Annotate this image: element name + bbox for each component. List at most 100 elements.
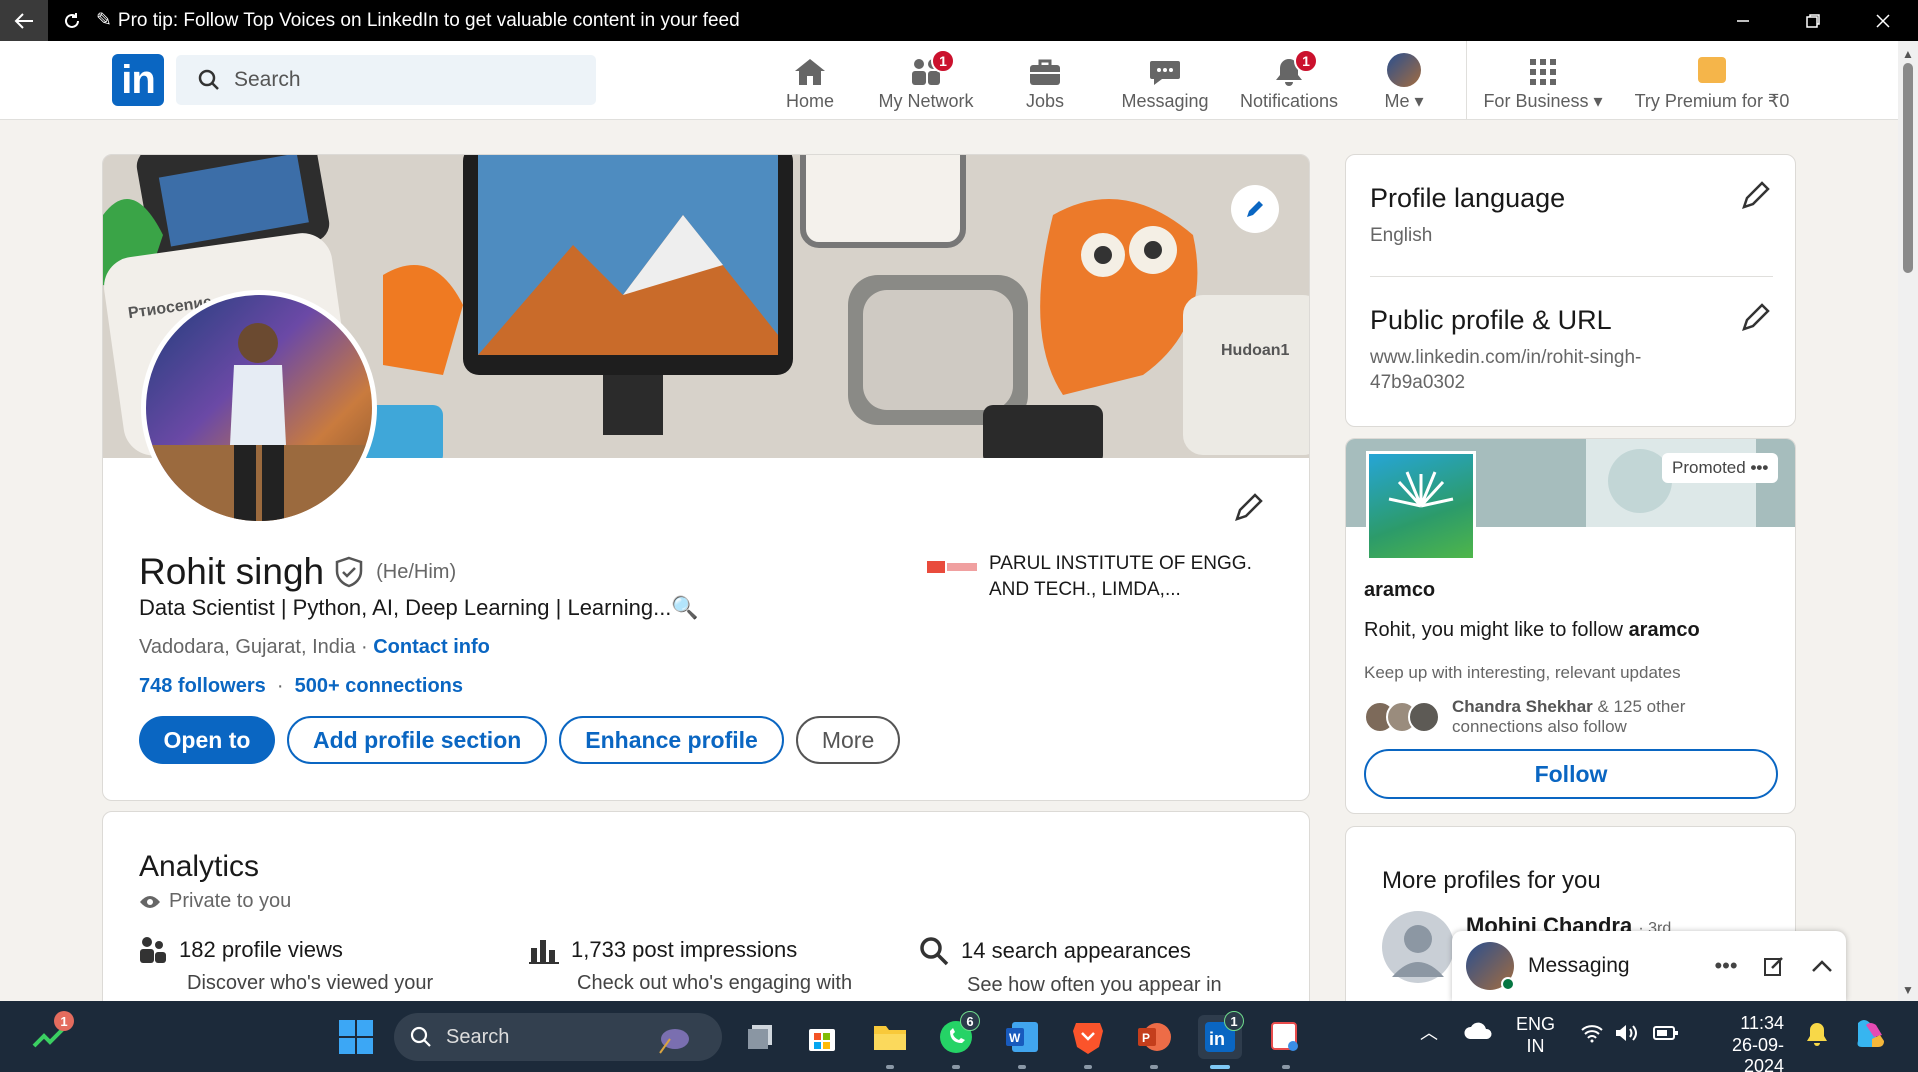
notifications-badge: 1	[1294, 49, 1318, 73]
nav-messaging-label: Messaging	[1121, 91, 1209, 111]
university-logo-icon	[927, 561, 977, 573]
running-indicator	[1150, 1065, 1158, 1069]
pen-icon: ✎	[96, 10, 112, 31]
word-button[interactable]: W	[1000, 1015, 1044, 1069]
edit-public-profile-button[interactable]	[1740, 301, 1772, 338]
chevron-up-icon[interactable]	[1798, 959, 1846, 973]
linkedin-logo[interactable]: in	[112, 54, 164, 106]
page-scrollbar[interactable]: ▲ ▼	[1898, 41, 1918, 1001]
nav-my-network[interactable]: 1 My Network	[876, 49, 976, 113]
edit-banner-button[interactable]	[1231, 185, 1279, 233]
clock[interactable]: 11:34 26-09-2024	[1700, 1013, 1784, 1072]
close-icon	[1876, 13, 1890, 28]
edit-profile-language-button[interactable]	[1740, 179, 1772, 216]
messaging-label: Messaging	[1528, 954, 1630, 977]
profile-photo[interactable]	[141, 290, 377, 526]
running-indicator	[952, 1065, 960, 1069]
profile-views-desc: Discover who's viewed your	[187, 972, 434, 994]
stocks-widget[interactable]: 1	[28, 1011, 74, 1059]
scroll-up-icon[interactable]: ▲	[1902, 47, 1914, 61]
follow-button[interactable]: Follow	[1364, 749, 1778, 799]
more-button[interactable]: More	[795, 716, 901, 764]
nav-home[interactable]: Home	[780, 49, 840, 113]
nav-jobs[interactable]: Jobs	[1020, 49, 1070, 113]
analytics-profile-views[interactable]: 182 profile views Discover who's viewed …	[139, 936, 433, 995]
bell-icon[interactable]	[1806, 1021, 1828, 1053]
snipping-tool-button[interactable]	[1264, 1015, 1308, 1069]
more-options-icon[interactable]: •••	[1702, 953, 1750, 979]
location-text: Vadodara, Gujarat, India	[139, 636, 356, 658]
enhance-profile-button[interactable]: Enhance profile	[559, 716, 784, 764]
contact-info-link[interactable]: Contact info	[373, 636, 490, 658]
connections-link[interactable]: 500+ connections	[295, 675, 463, 697]
task-view-button[interactable]	[738, 1015, 782, 1059]
education-link[interactable]: PARUL INSTITUTE OF ENGG. AND TECH., LIMD…	[927, 551, 1279, 602]
search-input[interactable]	[234, 68, 574, 92]
taskbar-search-text: Search	[446, 1025, 510, 1048]
onedrive-icon[interactable]	[1464, 1021, 1494, 1047]
ad-company-name[interactable]: aramco	[1364, 579, 1435, 602]
reload-button[interactable]	[48, 11, 96, 31]
volume-icon[interactable]	[1614, 1023, 1640, 1049]
nav-me[interactable]: Me ▾	[1378, 49, 1430, 113]
analytics-title: Analytics	[139, 850, 260, 883]
analytics-post-impressions[interactable]: 1,733 post impressions Check out who's e…	[529, 936, 852, 995]
start-button[interactable]	[334, 1015, 378, 1059]
brave-button[interactable]	[1066, 1015, 1110, 1069]
bar-chart-icon	[529, 940, 559, 964]
pencil-icon	[1247, 201, 1263, 217]
scroll-down-icon[interactable]: ▼	[1902, 983, 1914, 997]
connection-avatars	[1364, 697, 1446, 737]
avatar[interactable]	[1382, 911, 1454, 983]
more-options-icon[interactable]: •••	[1750, 458, 1768, 477]
browser-title-bar: ✎ Pro tip: Follow Top Voices on LinkedIn…	[0, 0, 1918, 41]
language-indicator[interactable]: ENG IN	[1516, 1014, 1555, 1057]
public-profile-section: Public profile & URL www.linkedin.com/in…	[1370, 305, 1641, 395]
chevron-up-icon[interactable]: ︿	[1420, 1023, 1438, 1045]
add-profile-section-button[interactable]: Add profile section	[287, 716, 548, 764]
language-secondary: IN	[1526, 1035, 1545, 1056]
aramco-logo[interactable]	[1366, 451, 1476, 561]
powerpoint-icon: P	[1138, 1023, 1171, 1051]
linkedin-taskbar-button[interactable]: in 1	[1198, 1011, 1244, 1069]
nav-divider	[1466, 41, 1467, 120]
nav-messaging[interactable]: Messaging	[1120, 49, 1210, 113]
followers-link[interactable]: 748 followers	[139, 675, 266, 697]
nav-me-label: Me ▾	[1384, 91, 1424, 111]
powerpoint-button[interactable]: P	[1132, 1015, 1176, 1069]
ad-connections-text: Chandra Shekhar & 125 other connections a…	[1452, 697, 1685, 738]
back-button[interactable]	[0, 0, 48, 41]
profile-pronouns: (He/Him)	[376, 560, 457, 583]
compose-icon[interactable]	[1750, 955, 1798, 977]
open-to-button[interactable]: Open to	[139, 716, 275, 764]
profile-language-value: English	[1370, 225, 1433, 246]
clock-date: 26-09-2024	[1731, 1034, 1784, 1072]
search-box[interactable]	[176, 55, 596, 105]
microsoft-store-button[interactable]	[800, 1015, 844, 1059]
people-icon	[140, 937, 166, 963]
pencil-icon	[1742, 303, 1770, 331]
close-button[interactable]	[1848, 0, 1918, 41]
edit-intro-button[interactable]	[1233, 491, 1265, 528]
taskbar-search[interactable]: Search	[394, 1013, 722, 1061]
battery-icon[interactable]	[1652, 1023, 1680, 1049]
task-view-icon	[748, 1025, 772, 1049]
promoted-text: Promoted	[1672, 458, 1746, 477]
nav-for-business[interactable]: For Business ▾	[1482, 49, 1604, 113]
search-appearances-value: 14 search appearances	[961, 938, 1191, 963]
nav-try-premium[interactable]: Try Premium for ₹0	[1635, 49, 1789, 113]
analytics-search-appearances[interactable]: 14 search appearances See how often you …	[919, 936, 1222, 997]
nav-notifications[interactable]: 1 Notifications	[1234, 49, 1344, 113]
snipping-tool-icon	[1271, 1022, 1298, 1051]
copilot-icon[interactable]	[1852, 1015, 1888, 1057]
messaging-popover[interactable]: Messaging •••	[1452, 931, 1846, 1001]
minimize-button[interactable]	[1708, 0, 1778, 41]
restore-button[interactable]	[1778, 0, 1848, 41]
wifi-icon[interactable]	[1580, 1023, 1604, 1049]
scrollbar-thumb[interactable]	[1903, 63, 1913, 273]
file-explorer-button[interactable]	[868, 1015, 912, 1069]
promoted-label[interactable]: Promoted •••	[1662, 453, 1779, 483]
whatsapp-button[interactable]: 6	[934, 1011, 980, 1069]
public-profile-title: Public profile & URL	[1370, 305, 1612, 335]
ad-subtext: Keep up with interesting, relevant updat…	[1364, 663, 1681, 682]
